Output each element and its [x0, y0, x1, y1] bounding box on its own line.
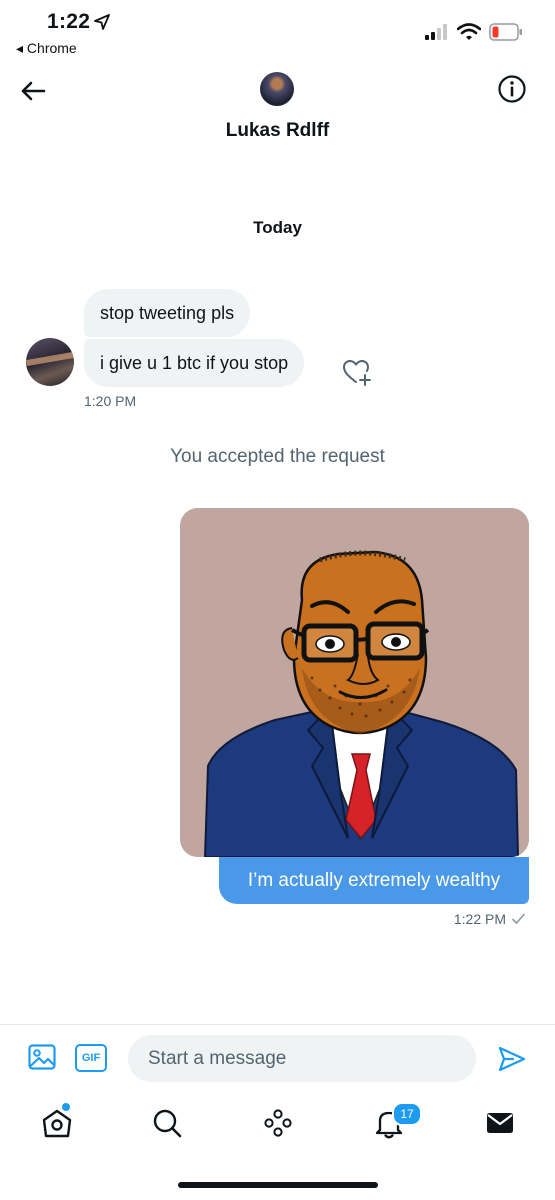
location-arrow-icon [94, 14, 110, 30]
system-notice: You accepted the request [170, 446, 385, 467]
sent-check-icon [512, 913, 525, 924]
sender-avatar[interactable] [26, 338, 74, 386]
contact-name[interactable]: Lukas Rdlff [0, 120, 555, 142]
gif-button[interactable]: GIF [75, 1044, 107, 1072]
composer-divider [0, 1024, 555, 1025]
messages-icon[interactable] [483, 1106, 517, 1140]
home-indicator[interactable] [178, 1182, 378, 1188]
battery-icon [489, 23, 522, 41]
outgoing-meta: 1:22 PM [454, 911, 525, 927]
back-to-app-link[interactable]: ◂ Chrome [16, 40, 77, 57]
incoming-message[interactable]: stop tweeting pls [84, 289, 251, 337]
cartoon-man-illustration [180, 508, 529, 857]
status-time: 1:22 [47, 10, 91, 33]
image-icon[interactable] [27, 1042, 57, 1072]
message-input[interactable] [128, 1035, 476, 1082]
status-icons [425, 20, 523, 44]
message-timestamp: 1:20 PM [84, 393, 137, 409]
notification-count-badge: 17 [392, 1102, 422, 1126]
message-timestamp: 1:22 PM [453, 911, 506, 927]
contact-avatar[interactable] [260, 72, 294, 106]
back-arrow-icon[interactable] [18, 76, 48, 106]
date-divider: Today [253, 218, 302, 237]
cellular-signal-icon [425, 24, 447, 40]
home-icon[interactable] [40, 1106, 74, 1140]
incoming-message[interactable]: i give u 1 btc if you stop [84, 339, 305, 387]
outgoing-message[interactable]: I’m actually extremely wealthy [219, 857, 529, 904]
spaces-icon[interactable] [261, 1106, 295, 1140]
search-icon[interactable] [150, 1106, 184, 1140]
send-icon[interactable] [497, 1044, 527, 1074]
home-unread-dot [62, 1103, 70, 1111]
sent-image[interactable] [180, 508, 529, 857]
info-icon[interactable] [497, 74, 527, 104]
add-reaction-icon[interactable] [340, 355, 374, 389]
wifi-icon [457, 23, 481, 40]
message-composer[interactable] [128, 1035, 476, 1082]
gif-label: GIF [81, 1052, 101, 1064]
